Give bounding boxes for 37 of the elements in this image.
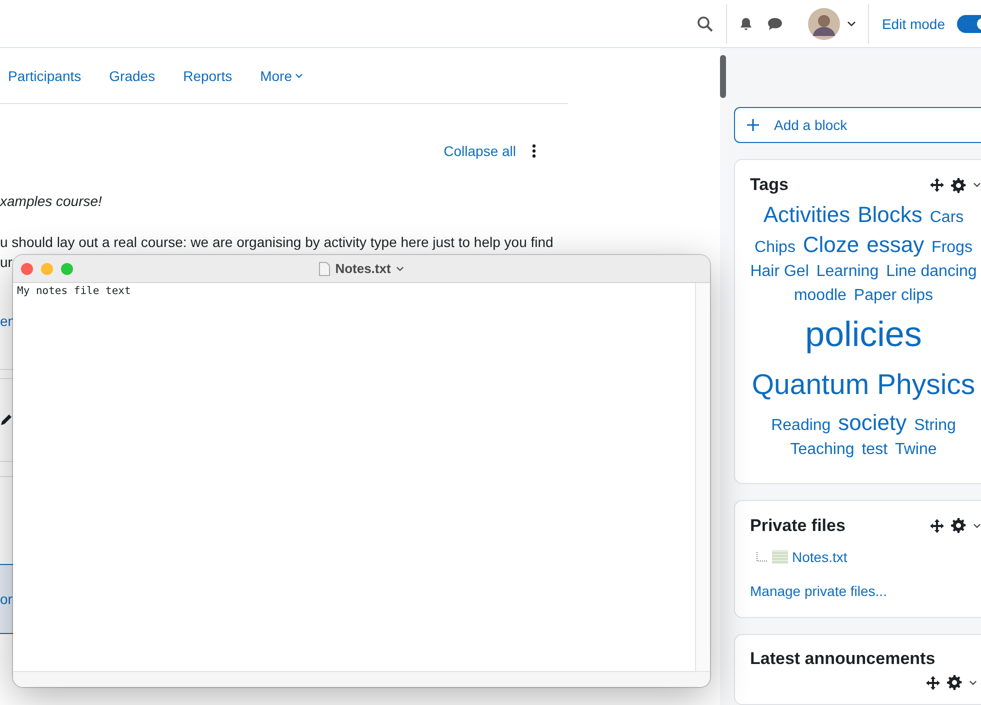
tag-link[interactable]: Blocks — [858, 202, 922, 228]
tag-link[interactable]: Frogs — [932, 239, 972, 256]
nav-tab[interactable]: Grades — [95, 68, 170, 84]
block-title: Private files — [750, 516, 846, 536]
file-link[interactable]: Notes.txt — [792, 548, 848, 565]
edit-mode-label[interactable]: Edit mode — [882, 16, 945, 32]
window-title: Notes.txt — [335, 261, 391, 276]
course-description-text: u should lay out a real course: we are organising by activity type here just to help you find — [0, 233, 554, 252]
add-block-button[interactable]: Add a block — [734, 107, 981, 144]
tag-link[interactable]: Hair Gel — [750, 263, 809, 280]
tag-link[interactable]: society — [838, 410, 907, 436]
tag-link[interactable]: essay — [866, 232, 924, 258]
block-title: Tags — [750, 175, 790, 196]
manage-files-link[interactable]: Manage private files... — [750, 582, 977, 599]
tag-link[interactable]: test — [862, 441, 888, 458]
block-title: Latest announcements — [750, 649, 936, 670]
nav-tab[interactable]: Participants — [0, 68, 96, 84]
tag-link[interactable]: Teaching — [790, 441, 854, 458]
tag-link[interactable]: Twine — [894, 441, 937, 458]
course-description-text: ur — [0, 253, 12, 272]
tag-link[interactable]: Cars — [930, 209, 964, 226]
collapse-all-link[interactable]: Collapse all — [444, 143, 516, 159]
tag-link[interactable]: moodle — [794, 287, 846, 304]
tag-link[interactable]: String — [914, 417, 956, 434]
tag-link[interactable]: Reading — [771, 417, 831, 434]
tag-link[interactable]: Quantum Physics — [752, 369, 976, 402]
tag-link[interactable]: Activities — [763, 202, 850, 228]
tag-link[interactable]: Line dancing — [886, 263, 977, 280]
activity-link[interactable]: or — [0, 591, 12, 607]
nav-tab[interactable]: Reports — [169, 68, 246, 84]
tag-link[interactable]: policies — [805, 315, 922, 354]
document-text[interactable]: My notes file text — [13, 283, 695, 671]
nav-tab[interactable]: More — [246, 68, 318, 84]
tag-link[interactable]: Paper clips — [854, 287, 934, 304]
tag-link[interactable]: Chips — [754, 239, 796, 256]
tag-link[interactable]: Cloze — [802, 232, 860, 258]
tag-link[interactable]: Learning — [816, 263, 879, 280]
